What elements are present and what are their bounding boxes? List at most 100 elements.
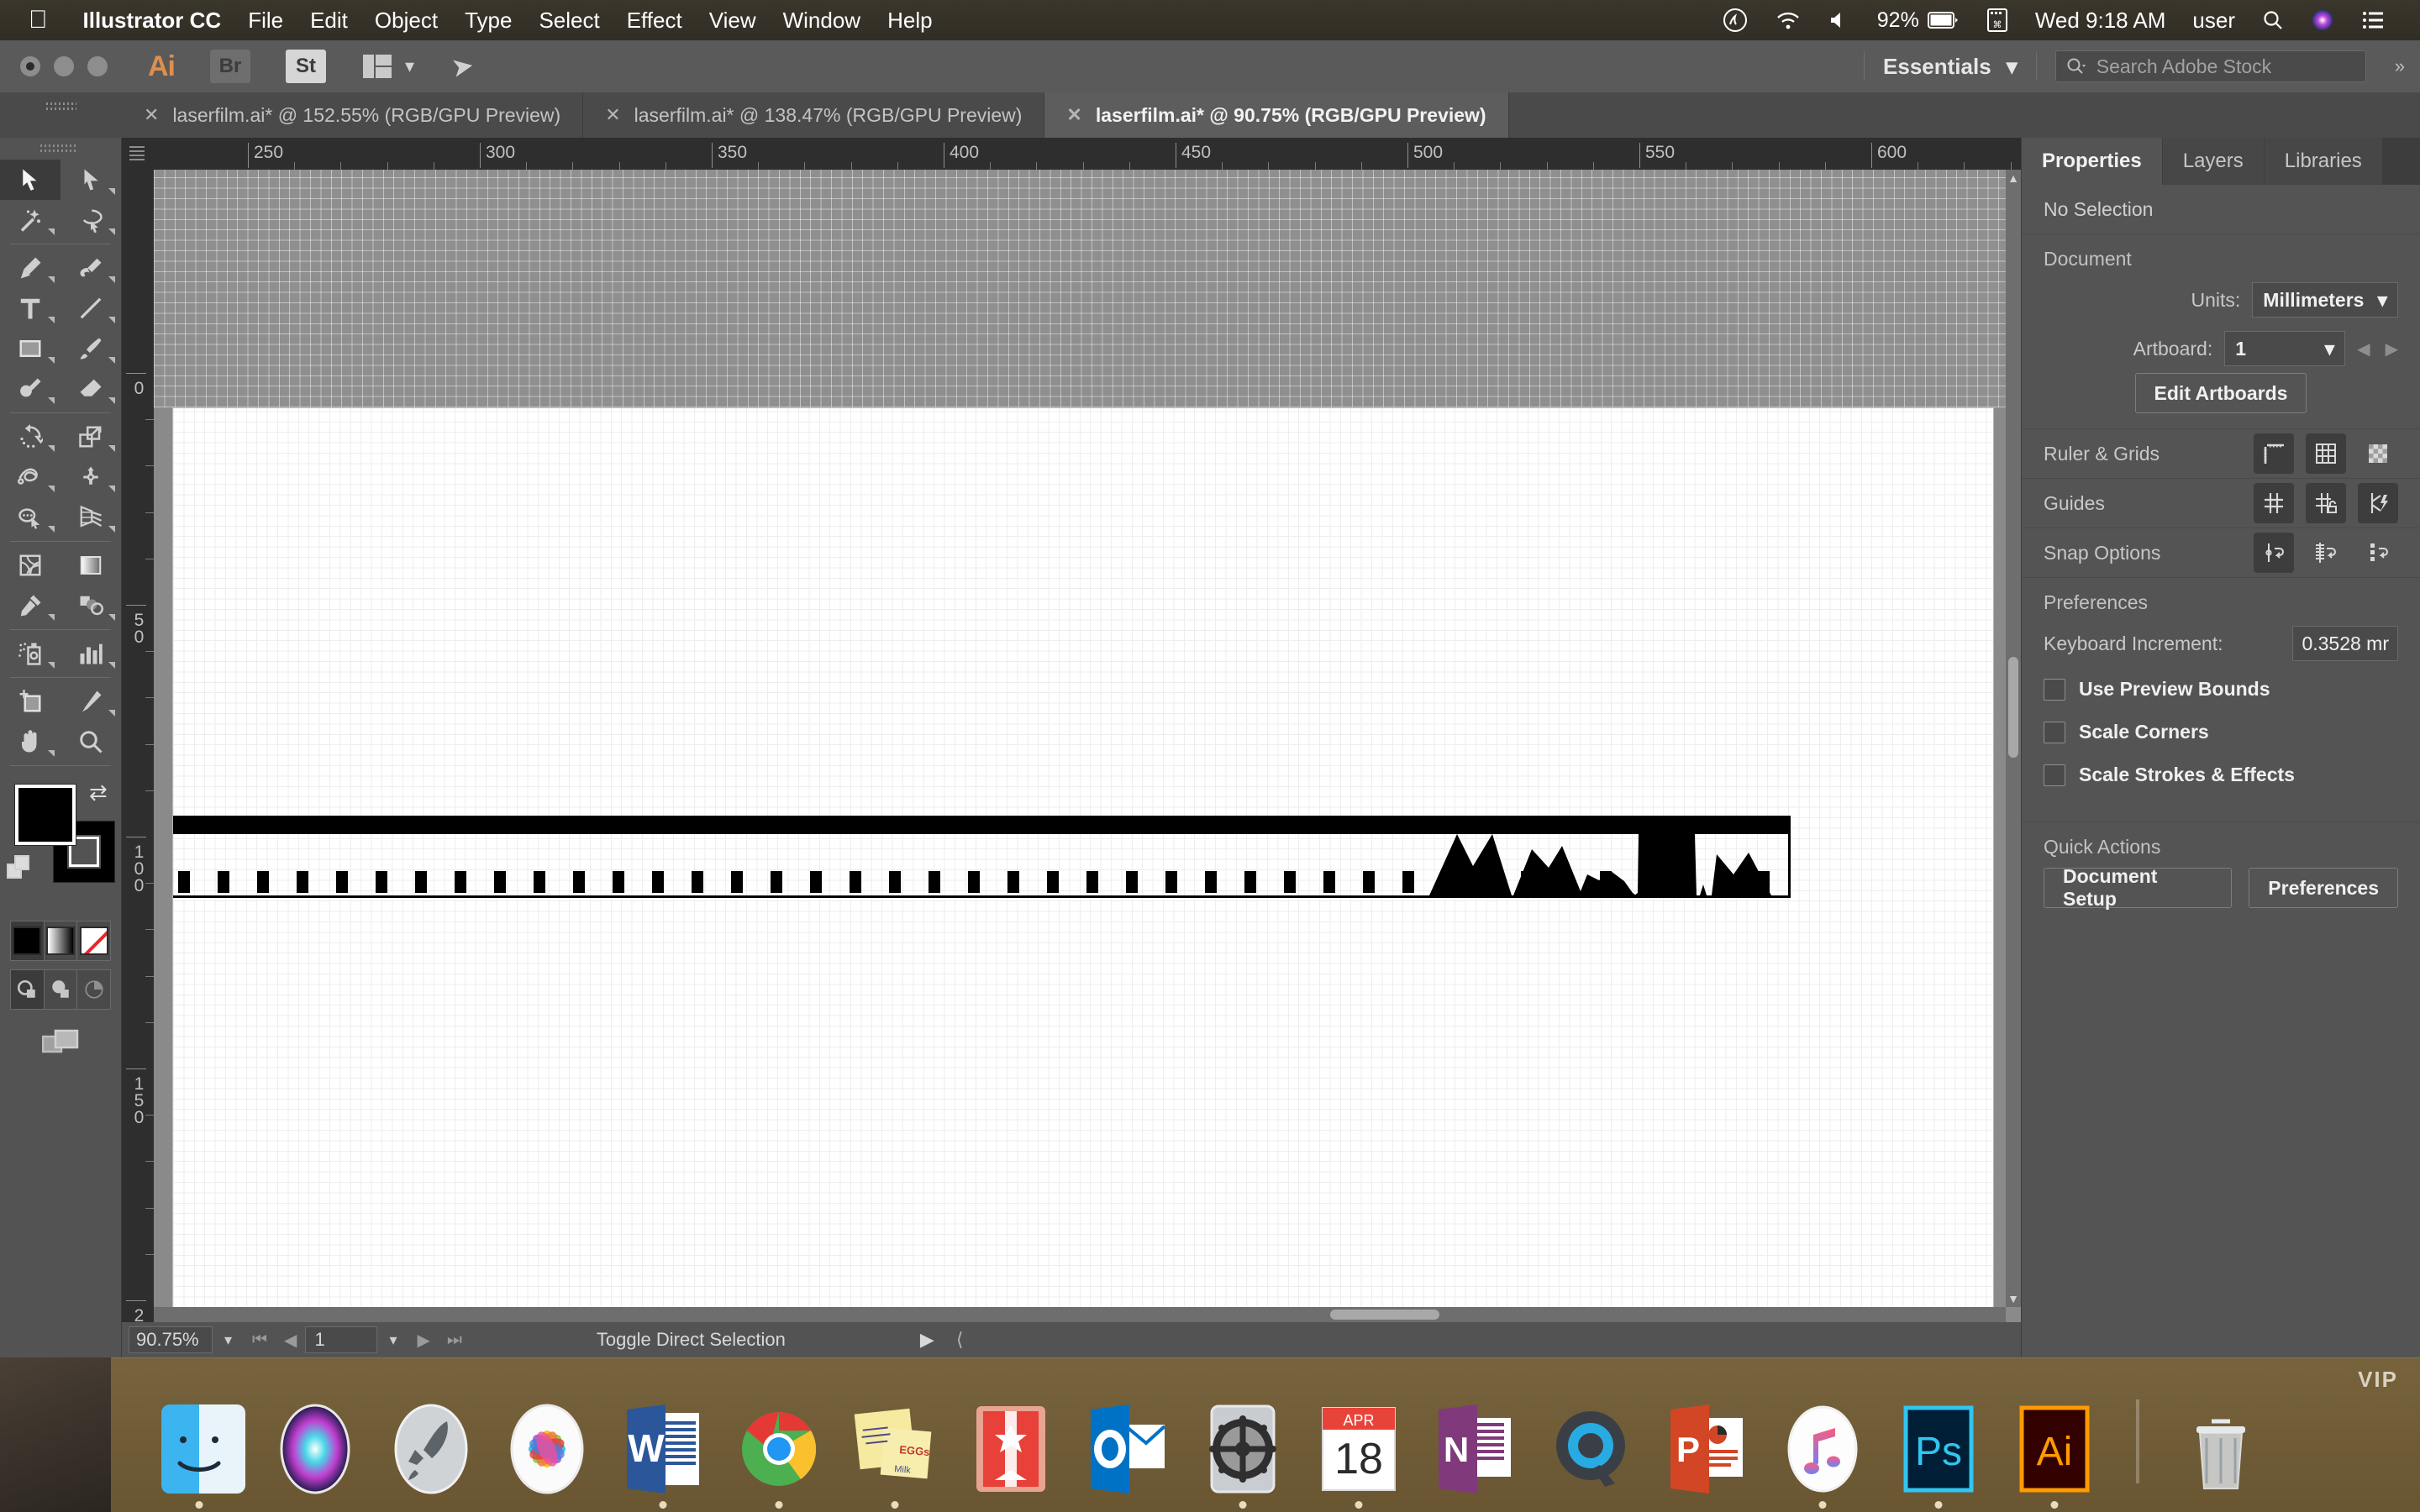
rotate-tool[interactable]: [0, 417, 60, 457]
search-icon[interactable]: [2249, 9, 2297, 31]
dock-item-microsoft-onenote[interactable]: N: [1425, 1399, 1524, 1499]
minimize-window-button[interactable]: [54, 56, 74, 76]
tab-strip-grip[interactable]: [0, 92, 122, 138]
status-message[interactable]: Toggle Direct Selection: [597, 1329, 786, 1351]
dock-item-stickies[interactable]: EGGs Milk: [845, 1399, 944, 1509]
creative-cloud-icon[interactable]: [1709, 8, 1761, 33]
dock-item-siri[interactable]: [266, 1399, 365, 1499]
rectangle-tool[interactable]: [0, 328, 60, 369]
mesh-tool[interactable]: [0, 545, 60, 585]
show-transparency-grid-icon[interactable]: [2358, 433, 2398, 474]
menu-type[interactable]: Type: [451, 8, 525, 34]
clock-label[interactable]: Wed 9:18 AM: [2022, 8, 2180, 34]
column-graph-tool[interactable]: [60, 633, 121, 674]
edit-artboards-button[interactable]: Edit Artboards: [2134, 373, 2307, 413]
fill-swatch[interactable]: [14, 784, 76, 846]
use-preview-bounds-checkbox[interactable]: [2044, 678, 2065, 701]
show-rulers-icon[interactable]: [2254, 433, 2294, 474]
status-resize-icon[interactable]: ⟨: [956, 1329, 964, 1351]
document-setup-button[interactable]: Document Setup: [2044, 865, 2233, 910]
perspective-grid-tool[interactable]: [60, 497, 121, 538]
dock-item-system-preferences[interactable]: [1193, 1399, 1292, 1509]
artwork-filmstrip[interactable]: [173, 816, 1791, 898]
maximize-window-button[interactable]: [87, 56, 108, 76]
dock-item-quicktime-player[interactable]: [1541, 1399, 1640, 1499]
last-artboard-button[interactable]: ⏭: [439, 1331, 471, 1350]
scroll-up-icon[interactable]: ▲: [2006, 170, 2021, 186]
tab-libraries[interactable]: Libraries: [2264, 138, 2383, 185]
snap-to-grid-icon[interactable]: [2306, 533, 2346, 573]
vertical-scrollbar[interactable]: ▲ ▼: [2006, 170, 2021, 1307]
dock-item-calendar[interactable]: APR 18: [1309, 1399, 1408, 1509]
close-icon[interactable]: ✕: [1066, 104, 1081, 126]
dock-item-adobe-photoshop[interactable]: Ps: [1889, 1399, 1988, 1509]
document-tab-2[interactable]: ✕ laserfilm.ai* @ 138.47% (RGB/GPU Previ…: [583, 92, 1045, 138]
gradient-fill-button[interactable]: [45, 921, 78, 960]
menu-object[interactable]: Object: [361, 8, 451, 34]
dock-item-wunderlist[interactable]: [961, 1399, 1060, 1499]
color-fill-button[interactable]: [11, 921, 45, 960]
ruler-origin-corner[interactable]: [122, 138, 154, 170]
arrange-documents-icon[interactable]: [363, 55, 392, 78]
lock-guides-icon[interactable]: [2306, 483, 2346, 523]
document-tab-1[interactable]: ✕ laserfilm.ai* @ 152.55% (RGB/GPU Previ…: [122, 92, 584, 138]
previous-artboard-arrow[interactable]: ◀: [2357, 339, 2370, 360]
dock-item-microsoft-word[interactable]: W: [613, 1399, 713, 1509]
horizontal-ruler[interactable]: 250 300 350 400 450 500 550 600: [154, 138, 2021, 170]
previous-artboard-button[interactable]: ◀: [276, 1330, 305, 1351]
canvas-viewport[interactable]: [154, 170, 2006, 1307]
keyboard-input-icon[interactable]: ⌘: [1973, 8, 2022, 33]
pen-tool[interactable]: [0, 248, 60, 288]
blend-tool[interactable]: [60, 585, 121, 626]
artboard-tool[interactable]: [0, 681, 60, 722]
shape-builder-tool[interactable]: [0, 497, 60, 538]
snap-to-pixel-icon[interactable]: [2358, 533, 2398, 573]
magic-wand-tool[interactable]: [0, 200, 60, 240]
none-fill-button[interactable]: [77, 921, 110, 960]
zoom-level-input[interactable]: 90.75%: [129, 1326, 213, 1353]
control-center-icon[interactable]: [2348, 10, 2398, 30]
dock-item-finder[interactable]: [150, 1399, 249, 1509]
draw-normal-button[interactable]: [11, 970, 45, 1009]
menu-window[interactable]: Window: [770, 8, 874, 34]
preferences-button[interactable]: Preferences: [2249, 868, 2398, 908]
scale-corners-row[interactable]: Scale Corners: [2022, 711, 2420, 753]
selection-tool[interactable]: [0, 160, 60, 200]
horizontal-scroll-thumb[interactable]: [1330, 1310, 1439, 1320]
units-select[interactable]: Millimeters ▾: [2252, 282, 2398, 318]
symbol-sprayer-tool[interactable]: [0, 633, 60, 674]
direct-selection-tool[interactable]: [60, 160, 121, 200]
shaper-tool[interactable]: [0, 369, 60, 409]
scroll-down-icon[interactable]: ▼: [2006, 1290, 2021, 1307]
use-preview-bounds-row[interactable]: Use Preview Bounds: [2022, 668, 2420, 711]
document-tab-3[interactable]: ✕ laserfilm.ai* @ 90.75% (RGB/GPU Previe…: [1044, 92, 1509, 138]
rocket-icon[interactable]: ➤: [449, 49, 476, 84]
workspace-switcher[interactable]: Essentials ▾: [1883, 54, 2018, 80]
lasso-tool[interactable]: [60, 200, 121, 240]
dock-item-trash[interactable]: [2171, 1399, 2270, 1499]
first-artboard-button[interactable]: ⏮: [244, 1331, 276, 1350]
stock-button[interactable]: St: [286, 50, 326, 83]
battery-status[interactable]: 92%: [1864, 8, 1973, 33]
menu-app-name[interactable]: Illustrator CC: [70, 8, 235, 34]
wifi-icon[interactable]: [1761, 8, 1815, 32]
snap-to-point-icon[interactable]: [2254, 533, 2294, 573]
curvature-tool[interactable]: [60, 248, 121, 288]
eraser-tool[interactable]: [60, 369, 121, 409]
artboard-select[interactable]: 1 ▾: [2224, 331, 2346, 366]
menu-file[interactable]: File: [234, 8, 297, 34]
tab-properties[interactable]: Properties: [2022, 138, 2163, 185]
chevron-down-icon[interactable]: ▾: [405, 55, 414, 77]
dock-item-google-chrome[interactable]: [729, 1399, 829, 1509]
next-artboard-button[interactable]: ▶: [408, 1330, 438, 1351]
screen-mode-button[interactable]: [0, 1028, 121, 1058]
eyedropper-tool[interactable]: [0, 585, 60, 626]
user-label[interactable]: user: [2179, 8, 2249, 34]
scale-corners-checkbox[interactable]: [2044, 721, 2065, 743]
artboard-dropdown-icon[interactable]: ▾: [377, 1331, 408, 1349]
paintbrush-tool[interactable]: [60, 328, 121, 369]
hand-tool[interactable]: [0, 722, 60, 762]
width-tool[interactable]: [0, 457, 60, 497]
dock-item-microsoft-powerpoint[interactable]: P: [1657, 1399, 1756, 1499]
horizontal-scrollbar[interactable]: [154, 1307, 2006, 1322]
